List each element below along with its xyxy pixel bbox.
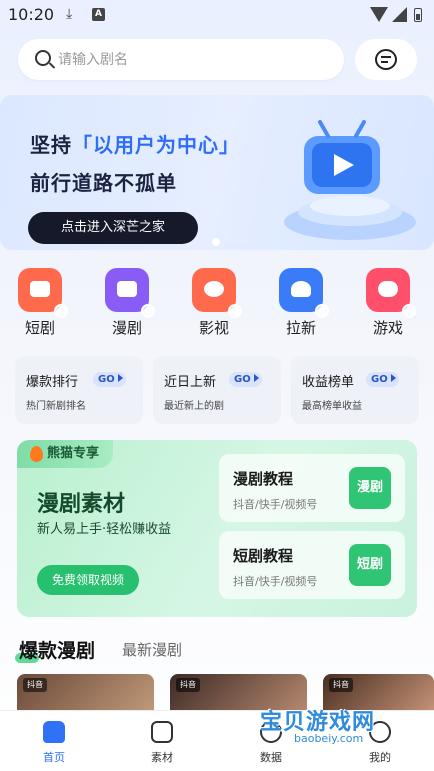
status-bar: 10:20 ⤓ A bbox=[0, 0, 434, 30]
go-badge: GO bbox=[93, 372, 126, 387]
video-camera-icon bbox=[18, 268, 68, 318]
rank-title: 爆款排行 bbox=[26, 375, 79, 390]
category-referral[interactable]: 拉新 bbox=[271, 268, 331, 338]
gamepad-icon bbox=[366, 268, 416, 318]
douyin-tag: 抖音 bbox=[329, 678, 353, 692]
category-film-tv[interactable]: 影视 bbox=[184, 268, 244, 338]
tv-play-illustration bbox=[284, 120, 416, 240]
tab-latest-anime[interactable]: 最新漫剧 bbox=[122, 639, 182, 660]
signal-icon bbox=[392, 7, 407, 22]
nav-label: 数据 bbox=[260, 751, 282, 764]
anime-tutorial-button[interactable]: 漫剧 bbox=[349, 467, 391, 509]
category-anime-drama[interactable]: 漫剧 bbox=[97, 268, 157, 338]
banner-subheadline: 前行道路不孤单 bbox=[30, 171, 177, 195]
app-notification-icon: A bbox=[92, 8, 105, 21]
promo-subtitle: 新人易上手·轻松赚收益 bbox=[37, 522, 172, 537]
status-time: 10:20 bbox=[8, 5, 55, 24]
nav-home[interactable]: 首页 bbox=[24, 721, 84, 765]
rank-card-earnings[interactable]: 收益榜单 GO 最高榜单收益 bbox=[291, 356, 419, 424]
short-drama-tutorial-button[interactable]: 短剧 bbox=[349, 544, 391, 586]
tutorial-title: 短剧教程 bbox=[233, 547, 294, 565]
nav-materials[interactable]: 素材 bbox=[132, 721, 192, 765]
category-label: 游戏 bbox=[372, 319, 403, 337]
download-icon: ⤓ bbox=[66, 6, 73, 22]
rank-subtitle: 最近新上的剧 bbox=[164, 401, 224, 412]
anime-icon bbox=[105, 268, 155, 318]
category-games[interactable]: 游戏 bbox=[358, 268, 418, 338]
rank-subtitle: 最高榜单收益 bbox=[302, 401, 362, 412]
banner-headline: 坚持「以用户为中心」 bbox=[30, 133, 240, 157]
exclusive-tag: 熊猫专享 bbox=[17, 440, 114, 468]
battery-icon bbox=[414, 8, 422, 22]
nav-label: 我的 bbox=[369, 751, 391, 764]
site-watermark: 宝贝游戏网 baobeiy.com bbox=[248, 700, 418, 750]
promo-banner[interactable]: 坚持「以用户为中心」 前行道路不孤单 点击进入深芒之家 bbox=[0, 95, 434, 250]
tutorial-platforms: 抖音/快手/视频号 bbox=[233, 498, 318, 511]
chat-icon bbox=[375, 49, 397, 70]
search-icon bbox=[35, 50, 51, 66]
drama-thumbnail[interactable]: 抖音 bbox=[17, 674, 154, 714]
category-label: 拉新 bbox=[285, 319, 316, 337]
search-input[interactable] bbox=[58, 39, 328, 80]
home-icon bbox=[43, 721, 65, 743]
tab-hot-anime[interactable]: 爆款漫剧 bbox=[14, 636, 95, 663]
rank-subtitle: 热门新剧排名 bbox=[26, 401, 86, 412]
promo-title: 漫剧素材 bbox=[37, 492, 126, 517]
category-label: 漫剧 bbox=[111, 319, 142, 337]
search-bar[interactable] bbox=[18, 39, 344, 80]
go-badge: GO bbox=[229, 372, 262, 387]
materials-promo-card: 熊猫专享 漫剧素材 新人易上手·轻松赚收益 免费领取视频 漫剧教程 抖音/快手/… bbox=[17, 440, 417, 617]
message-button[interactable] bbox=[355, 39, 417, 80]
watermark-url: baobeiy.com bbox=[288, 732, 370, 745]
douyin-tag: 抖音 bbox=[176, 678, 200, 692]
nav-label: 素材 bbox=[151, 751, 173, 764]
rank-title: 收益榜单 bbox=[302, 375, 355, 390]
user-add-icon bbox=[279, 268, 329, 318]
tutorial-title: 漫剧教程 bbox=[233, 470, 294, 488]
rank-card-hot[interactable]: 爆款排行 GO 热门新剧排名 bbox=[15, 356, 143, 424]
anime-tutorial-card[interactable]: 漫剧教程 抖音/快手/视频号 漫剧 bbox=[219, 454, 405, 522]
category-label: 影视 bbox=[198, 319, 229, 337]
carousel-indicator bbox=[212, 231, 224, 250]
short-drama-tutorial-card[interactable]: 短剧教程 抖音/快手/视频号 短剧 bbox=[219, 531, 405, 599]
rank-title: 近日上新 bbox=[164, 375, 217, 390]
go-badge: GO bbox=[366, 372, 399, 387]
banner-cta-button[interactable]: 点击进入深芒之家 bbox=[28, 212, 198, 244]
nav-label: 首页 bbox=[43, 751, 65, 764]
category-label: 短剧 bbox=[24, 319, 55, 337]
wifi-icon bbox=[370, 7, 388, 22]
materials-icon bbox=[151, 721, 173, 743]
douyin-tag: 抖音 bbox=[23, 678, 47, 692]
flame-icon bbox=[30, 446, 43, 462]
claim-free-video-button[interactable]: 免费领取视频 bbox=[37, 565, 139, 595]
category-short-drama[interactable]: 短剧 bbox=[10, 268, 70, 338]
film-reel-icon bbox=[192, 268, 242, 318]
rank-card-new[interactable]: 近日上新 GO 最近新上的剧 bbox=[153, 356, 281, 424]
tutorial-platforms: 抖音/快手/视频号 bbox=[233, 575, 318, 588]
